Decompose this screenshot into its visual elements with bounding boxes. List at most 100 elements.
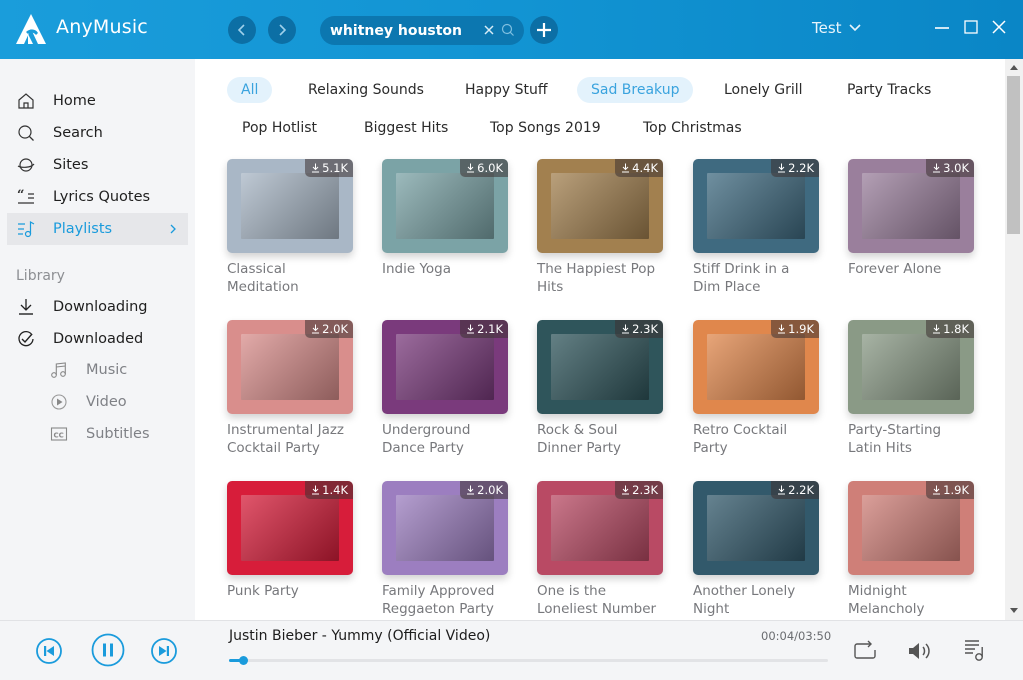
download-icon [622,163,630,173]
playlist-card[interactable]: 4.4K The Happiest Pop Hits [537,159,663,296]
playlist-cover-image[interactable]: 5.1K [227,159,353,253]
playlist-card[interactable]: 2.3K Rock & Soul Dinner Party [537,320,663,457]
pause-icon[interactable] [91,633,125,667]
cover-photo [241,495,339,561]
back-button[interactable] [228,16,256,44]
category-chip-top-christmas[interactable]: Top Christmas [629,115,756,141]
playlist-card[interactable]: 2.3K One is the Loneliest Number [537,481,663,618]
playlist-cover-image[interactable]: 2.2K [693,481,819,575]
playlist-card[interactable]: 2.0K Family Approved Reggaeton Party [382,481,508,618]
queue-music-icon[interactable] [963,638,987,662]
playlist-card[interactable]: 1.9K Midnight Melancholy [848,481,974,618]
sidebar-item-sites[interactable]: Sites [7,149,188,181]
playlist-title[interactable]: Rock & Soul Dinner Party [537,421,663,457]
add-button[interactable] [530,16,558,44]
sidebar-item-search[interactable]: Search [7,117,188,149]
category-chip-sad-breakup[interactable]: Sad Breakup [577,77,694,103]
playlist-title[interactable]: Underground Dance Party [382,421,508,457]
clear-search-icon[interactable] [482,23,496,37]
playlist-title[interactable]: Midnight Melancholy [848,582,974,618]
sidebar-item-playlists[interactable]: Playlists [7,213,188,245]
account-name: Test [812,19,842,37]
category-chip-biggest-hits[interactable]: Biggest Hits [350,115,462,141]
category-chip-happy-stuff[interactable]: Happy Stuff [451,77,562,103]
playlist-cover-image[interactable]: 4.4K [537,159,663,253]
playlist-cover-image[interactable]: 6.0K [382,159,508,253]
scroll-up-arrow[interactable] [1010,65,1018,70]
playlist-card[interactable]: 2.2K Another Lonely Night [693,481,819,618]
playlist-title[interactable]: Instrumental Jazz Cocktail Party [227,421,353,457]
playlist-title[interactable]: Party-Starting Latin Hits [848,421,974,457]
playlist-card[interactable]: 1.8K Party-Starting Latin Hits [848,320,974,457]
category-chip-pop-hotlist[interactable]: Pop Hotlist [228,115,331,141]
sidebar-item-lyrics-quotes[interactable]: “ Lyrics Quotes [7,181,188,213]
category-chip-top-songs-2019[interactable]: Top Songs 2019 [476,115,615,141]
playlist-cover-image[interactable]: 2.1K [382,320,508,414]
playlist-card[interactable]: 2.0K Instrumental Jazz Cocktail Party [227,320,353,457]
sidebar-item-downloading[interactable]: Downloading [7,291,188,323]
playlist-title[interactable]: Another Lonely Night [693,582,819,618]
playlist-card[interactable]: 5.1K Classical Meditation [227,159,353,296]
playlist-cover-image[interactable]: 2.3K [537,320,663,414]
playlist-title[interactable]: Punk Party [227,582,353,600]
progress-knob[interactable] [239,656,248,665]
maximize-icon[interactable] [962,18,980,36]
playlist-card[interactable]: 6.0K Indie Yoga [382,159,508,278]
playlist-card[interactable]: 3.0K Forever Alone [848,159,974,278]
playlist-title[interactable]: Forever Alone [848,260,974,278]
volume-icon[interactable] [907,640,933,662]
sidebar-subitem-music[interactable]: Music [50,356,127,384]
download-icon [19,299,33,315]
playlist-title[interactable]: Stiff Drink in a Dim Place [693,260,819,296]
skip-next-icon[interactable] [150,637,178,665]
playlist-cover-image[interactable]: 1.9K [693,320,819,414]
playlist-cover-image[interactable]: 1.9K [848,481,974,575]
search-icon[interactable] [501,23,515,37]
playlist-title[interactable]: The Happiest Pop Hits [537,260,663,296]
sidebar-item-downloaded[interactable]: Downloaded [7,323,188,355]
playlist-cover-image[interactable]: 2.3K [537,481,663,575]
cover-photo [707,334,805,400]
download-count-badge: 2.1K [460,320,508,338]
playlist-card[interactable]: 2.2K Stiff Drink in a Dim Place [693,159,819,296]
playlist-title[interactable]: Indie Yoga [382,260,508,278]
playlist-cover-image[interactable]: 1.8K [848,320,974,414]
playlist-card[interactable]: 1.4K Punk Party [227,481,353,600]
scroll-down-arrow[interactable] [1010,608,1018,613]
playlist-cover-image[interactable]: 2.0K [227,320,353,414]
close-window-icon[interactable] [990,18,1008,36]
vertical-scrollbar[interactable] [1005,59,1023,620]
playlist-title[interactable]: Family Approved Reggaeton Party [382,582,508,618]
playlist-title[interactable]: One is the Loneliest Number [537,582,663,618]
minimize-icon[interactable] [933,18,951,36]
category-chip-all[interactable]: All [227,77,273,103]
sidebar-subitem-label: Subtitles [86,426,150,442]
sidebar-subitem-subtitles[interactable]: CC Subtitles [50,420,150,448]
sidebar-subitem-video[interactable]: Video [50,388,127,416]
forward-button[interactable] [268,16,296,44]
scroll-thumb[interactable] [1007,76,1020,234]
category-chip-lonely-grill[interactable]: Lonely Grill [710,77,817,103]
chevron-down-icon [848,24,861,32]
skip-previous-icon[interactable] [35,637,63,665]
cover-photo [396,173,494,239]
cover-photo [862,173,960,239]
playlist-card[interactable]: 1.9K Retro Cocktail Party [693,320,819,457]
sidebar-item-home[interactable]: Home [7,85,188,117]
playlist-cover-image[interactable]: 1.4K [227,481,353,575]
repeat-icon[interactable] [853,640,877,662]
download-count-badge: 2.0K [305,320,353,338]
search-input[interactable] [330,20,470,41]
category-chip-relaxing-sounds[interactable]: Relaxing Sounds [294,77,438,103]
playlist-cover-image[interactable]: 3.0K [848,159,974,253]
playlist-cover-image[interactable]: 2.2K [693,159,819,253]
playlist-cover-image[interactable]: 2.0K [382,481,508,575]
playlist-title[interactable]: Retro Cocktail Party [693,421,819,457]
playlist-card[interactable]: 2.1K Underground Dance Party [382,320,508,457]
download-count: 1.9K [788,322,814,336]
playlist-title[interactable]: Classical Meditation [227,260,353,296]
account-dropdown[interactable]: Test [812,19,861,37]
category-chip-party-tracks[interactable]: Party Tracks [833,77,945,103]
playback-progress-slider[interactable] [229,656,828,665]
download-count: 2.1K [477,322,503,336]
